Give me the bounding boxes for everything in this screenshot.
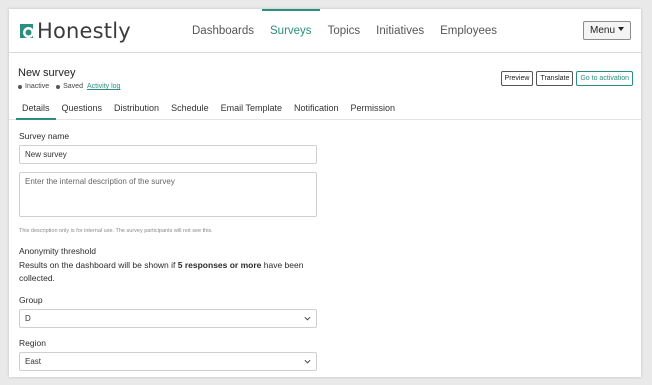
region-label: Region <box>19 338 46 348</box>
nav-surveys[interactable]: Surveys <box>262 9 320 53</box>
nav-initiatives[interactable]: Initiatives <box>368 9 432 53</box>
tab-distribution[interactable]: Distribution <box>108 97 165 120</box>
status-dot-icon <box>18 84 22 89</box>
header-actions: Preview Translate Go to activation <box>500 71 633 86</box>
honestly-logo-icon <box>20 23 34 38</box>
survey-name-label: Survey name <box>19 131 70 141</box>
survey-tabs: Details Questions Distribution Schedule … <box>9 97 641 120</box>
page-title: New survey <box>18 67 76 79</box>
region-select-value: East <box>25 357 42 366</box>
description-textarea[interactable] <box>19 172 317 217</box>
tab-email-template[interactable]: Email Template <box>215 97 288 120</box>
anonymity-threshold-value: 5 responses or more <box>177 260 262 270</box>
group-select[interactable]: D <box>19 309 317 328</box>
tab-questions[interactable]: Questions <box>56 97 109 120</box>
survey-header: New survey Inactive Saved Activity log P… <box>9 62 641 92</box>
go-to-activation-button[interactable]: Go to activation <box>576 71 633 86</box>
group-label: Group <box>19 295 43 305</box>
app-window: Honestly Dashboards Surveys Topics Initi… <box>9 9 641 377</box>
top-navigation: Honestly Dashboards Surveys Topics Initi… <box>9 9 641 53</box>
nav-employees[interactable]: Employees <box>432 9 505 53</box>
brand-logo[interactable]: Honestly <box>18 19 131 43</box>
main-nav: Dashboards Surveys Topics Initiatives Em… <box>184 9 505 53</box>
menu-button[interactable]: Menu <box>582 21 631 40</box>
survey-name-input[interactable]: New survey <box>19 145 317 164</box>
nav-topics[interactable]: Topics <box>320 9 369 53</box>
group-select-value: D <box>25 314 31 323</box>
activity-log-link[interactable]: Activity log <box>87 83 120 90</box>
tab-schedule[interactable]: Schedule <box>165 97 215 120</box>
description-hint: This description only is for internal us… <box>19 228 213 234</box>
menu-button-label: Menu <box>589 25 615 36</box>
tab-permission[interactable]: Permission <box>345 97 402 120</box>
region-select[interactable]: East <box>19 352 317 371</box>
anonymity-text-before: Results on the dashboard will be shown i… <box>19 260 178 270</box>
anonymity-description: Results on the dashboard will be shown i… <box>19 259 317 285</box>
tab-details[interactable]: Details <box>16 97 56 120</box>
caret-down-icon <box>618 27 624 31</box>
survey-meta: Inactive Saved Activity log <box>18 83 120 90</box>
save-state-text: Saved <box>63 83 83 90</box>
tab-notification[interactable]: Notification <box>288 97 345 120</box>
chevron-down-icon <box>304 316 311 321</box>
brand-name: Honestly <box>37 19 131 43</box>
anonymity-threshold-label: Anonymity threshold <box>19 246 97 256</box>
preview-button[interactable]: Preview <box>500 71 534 86</box>
nav-dashboards[interactable]: Dashboards <box>184 9 262 53</box>
saved-dot-icon <box>56 84 61 89</box>
translate-button[interactable]: Translate <box>536 71 574 86</box>
chevron-down-icon <box>304 359 311 364</box>
status-text: Inactive <box>25 83 50 90</box>
